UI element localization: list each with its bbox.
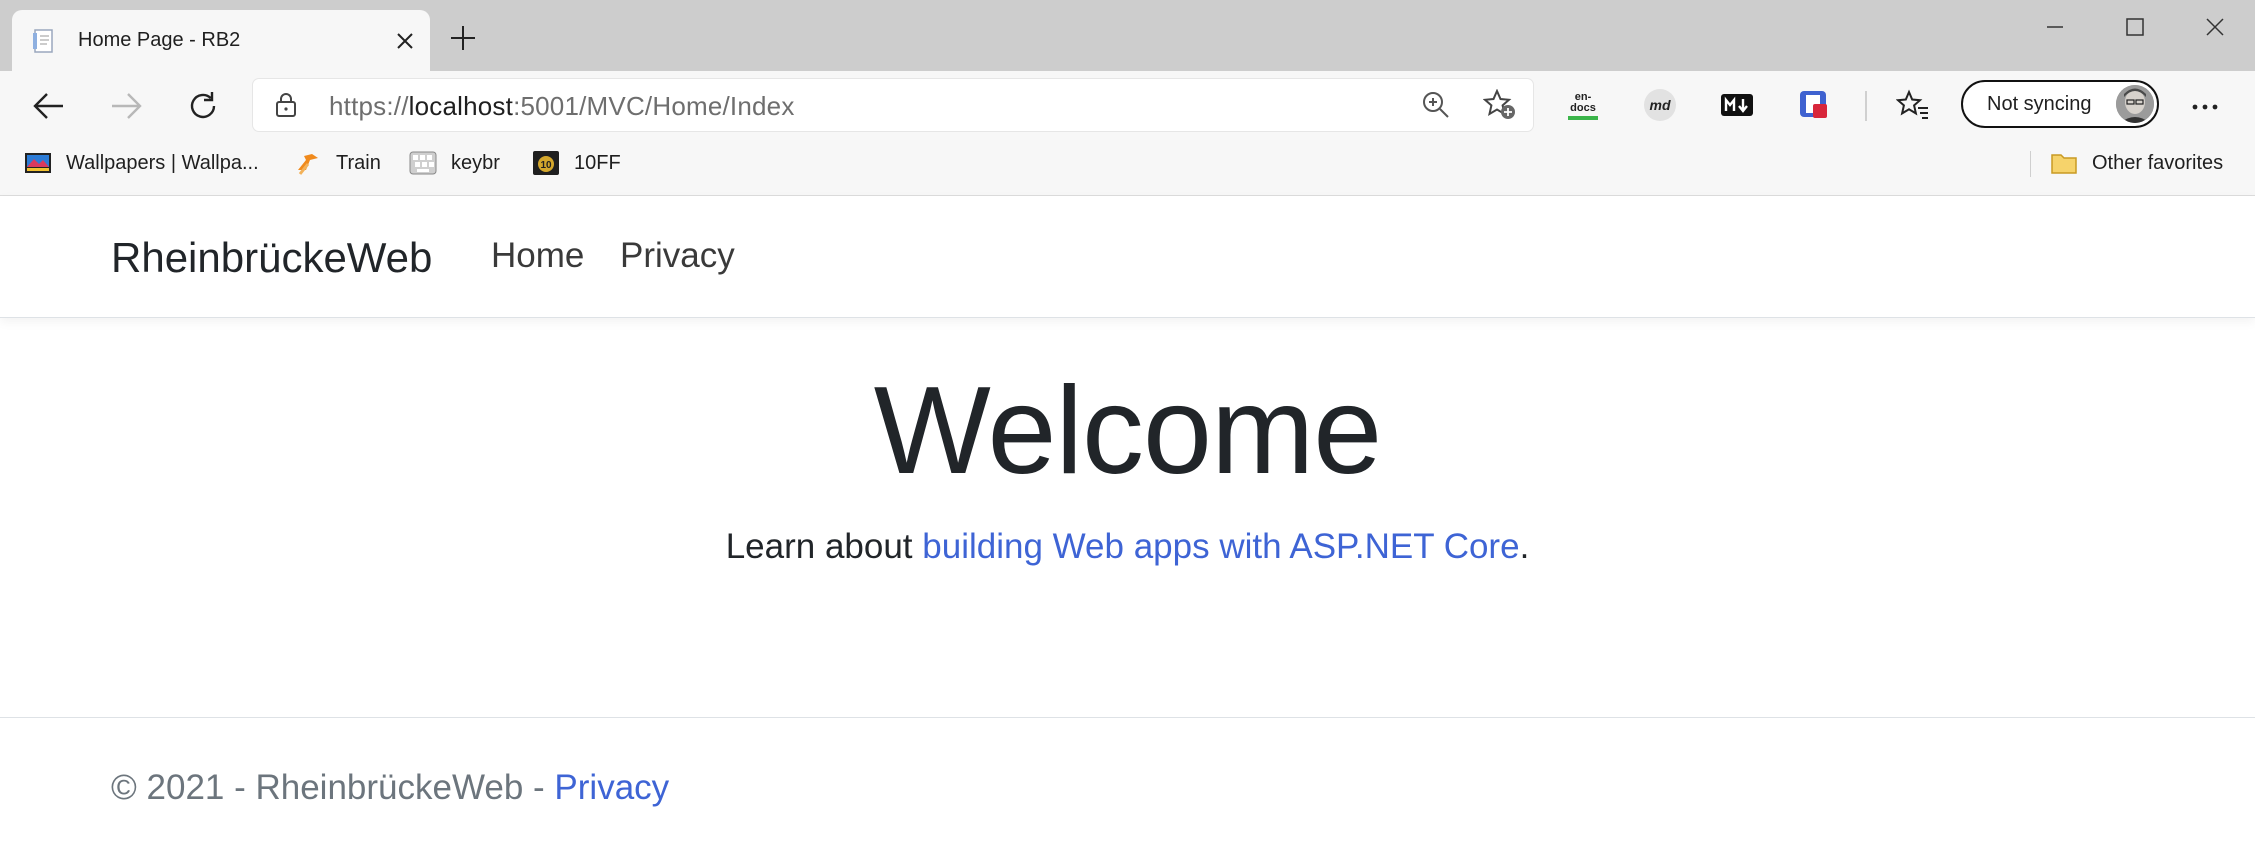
browser-tab[interactable]: Home Page - RB2 (12, 10, 430, 71)
10ff-favicon-icon: 10 (533, 151, 559, 175)
url-path: :5001/MVC/Home/Index (513, 91, 795, 121)
title-bar: Home Page - RB2 (0, 0, 2255, 71)
svg-text:md: md (1650, 97, 1671, 113)
add-favorite-icon[interactable] (1483, 89, 1517, 121)
site-brand-link[interactable]: RheinbrückeWeb (111, 234, 432, 282)
page-favicon-icon (33, 28, 53, 53)
address-bar[interactable]: https://localhost:5001/MVC/Home/Index (253, 79, 1533, 131)
maximize-icon[interactable] (2095, 0, 2175, 54)
svg-text:docs: docs (1570, 102, 1596, 114)
favorites-separator (2030, 151, 2031, 177)
site-navbar: RheinbrückeWeb Home Privacy (0, 196, 2255, 318)
more-menu-icon[interactable] (2183, 85, 2227, 129)
url-text[interactable]: https://localhost:5001/MVC/Home/Index (329, 91, 795, 122)
profile-status: Not syncing (1987, 93, 2092, 115)
tab-title: Home Page - RB2 (78, 29, 241, 51)
lock-icon[interactable] (275, 92, 297, 118)
url-scheme: https:// (329, 91, 409, 121)
close-tab-icon[interactable] (380, 16, 430, 66)
aspnet-docs-link[interactable]: building Web apps with ASP.NET Core (922, 527, 1519, 566)
forward-arrow-icon (101, 81, 151, 131)
bookmark-label: 10FF (574, 151, 621, 174)
lead-text: Learn about building Web apps with ASP.N… (0, 527, 2255, 567)
avatar (2116, 85, 2154, 123)
toolbar-separator (1865, 91, 1867, 121)
svg-text:10: 10 (540, 160, 552, 171)
site-footer: © 2021 - RheinbrückeWeb - Privacy (0, 717, 2255, 850)
other-favorites[interactable]: Other favorites (2050, 141, 2223, 185)
favorites-icon[interactable] (1893, 85, 1933, 125)
keybr-favicon-icon (409, 151, 437, 175)
other-favorites-label: Other favorites (2092, 151, 2224, 174)
nav-home-link[interactable]: Home (491, 236, 584, 276)
md-extension-icon[interactable]: md (1640, 85, 1680, 125)
bookmark-label: Wallpapers | Wallpa... (66, 151, 259, 174)
folder-icon (2051, 154, 2077, 174)
footer-privacy-link[interactable]: Privacy (554, 768, 669, 807)
bookmark-label: keybr (451, 151, 500, 174)
refresh-icon[interactable] (178, 81, 228, 131)
nav-privacy-link[interactable]: Privacy (620, 236, 735, 276)
lead-suffix: . (1519, 527, 1530, 566)
zoom-icon[interactable] (1421, 90, 1451, 120)
minimize-icon[interactable] (2015, 0, 2095, 54)
footer-text: © 2021 - RheinbrückeWeb - Privacy (111, 768, 669, 808)
browser-toolbar: https://localhost:5001/MVC/Home/Index en… (0, 71, 2255, 141)
wallpapers-favicon-icon (25, 153, 51, 173)
welcome-heading: Welcome (873, 362, 1383, 500)
en-docs-extension-icon[interactable]: en- docs (1563, 85, 1603, 125)
favorites-bar: Wallpapers | Wallpa... Train keybr 10 10… (0, 141, 2255, 196)
bookmark-10ff[interactable]: 10 10FF (532, 141, 621, 185)
new-tab-button[interactable] (445, 20, 481, 56)
copyright-text: © 2021 - RheinbrückeWeb - (111, 768, 555, 807)
window-close-icon[interactable] (2175, 0, 2255, 54)
url-host: localhost (408, 91, 514, 121)
bookmark-train[interactable]: Train (294, 141, 381, 185)
red-square-extension-icon[interactable] (1794, 85, 1834, 125)
profile-button[interactable]: Not syncing (1961, 80, 2159, 128)
bookmark-keybr[interactable]: keybr (409, 141, 500, 185)
back-arrow-icon[interactable] (24, 81, 74, 131)
bookmark-wallpapers[interactable]: Wallpapers | Wallpa... (24, 141, 259, 185)
lead-prefix: Learn about (725, 527, 923, 566)
train-favicon-icon (298, 154, 318, 175)
markdown-viewer-extension-icon[interactable] (1717, 85, 1757, 125)
bookmark-label: Train (336, 151, 381, 174)
